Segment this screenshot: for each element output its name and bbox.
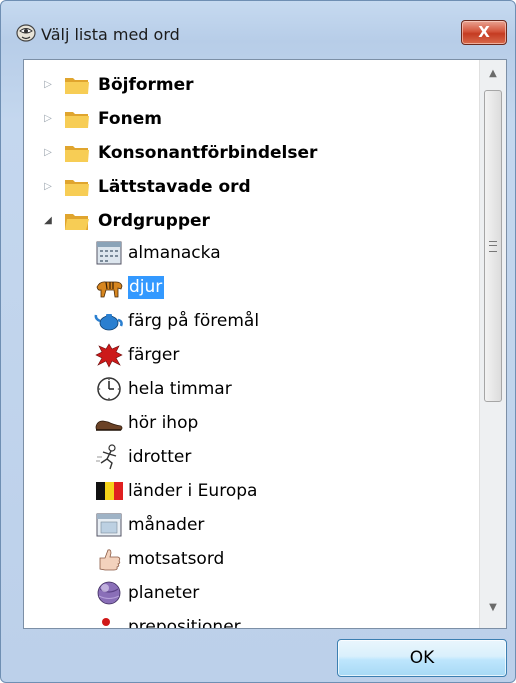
ok-button[interactable]: OK bbox=[337, 639, 507, 677]
expand-arrow-icon[interactable]: ▷ bbox=[42, 181, 54, 193]
collapse-arrow-icon[interactable]: ◢ bbox=[42, 215, 54, 227]
scroll-up-arrow-icon[interactable]: ▲ bbox=[480, 64, 506, 84]
item-label: hela timmar bbox=[128, 379, 232, 399]
dialog-window: Välj lista med ord X ▷ Böjformer ▷ Fonem… bbox=[0, 0, 516, 683]
tree-item-djur[interactable]: djur bbox=[94, 272, 165, 302]
tiger-icon bbox=[96, 281, 123, 298]
item-label: idrotter bbox=[128, 447, 192, 467]
tree-item-farg-pa-foremal[interactable]: färg på föremål bbox=[94, 306, 259, 336]
paint-splash-icon bbox=[95, 343, 123, 368]
folder-label: Ordgrupper bbox=[98, 211, 210, 231]
item-label: färg på föremål bbox=[128, 311, 260, 331]
item-label: motsatsord bbox=[128, 549, 225, 569]
month-calendar-icon bbox=[96, 513, 122, 537]
tree-item-idrotter[interactable]: idrotter bbox=[94, 442, 191, 472]
teapot-icon bbox=[94, 314, 123, 331]
tree-view[interactable]: ▷ Böjformer ▷ Fonem ▷ Konsonantförbindel… bbox=[23, 59, 507, 629]
close-icon: X bbox=[478, 23, 490, 41]
clock-icon bbox=[97, 377, 121, 401]
expand-arrow-icon[interactable]: ▷ bbox=[42, 79, 54, 91]
folder-label: Böjformer bbox=[98, 75, 194, 95]
folder-icon bbox=[65, 180, 89, 196]
close-button[interactable]: X bbox=[461, 20, 507, 45]
tree-item-hor-ihop[interactable]: hör ihop bbox=[94, 408, 198, 438]
tree-item-farger[interactable]: färger bbox=[94, 340, 179, 370]
item-label: månader bbox=[128, 515, 205, 535]
window-title: Välj lista med ord bbox=[41, 25, 180, 44]
tree-folder-bojformer[interactable]: ▷ Böjformer bbox=[42, 70, 194, 100]
folder-open-icon bbox=[65, 214, 89, 230]
belgium-flag-icon bbox=[96, 482, 123, 500]
item-label: färger bbox=[128, 345, 180, 365]
folder-icon bbox=[65, 146, 89, 162]
item-label-selected: djur bbox=[128, 275, 165, 299]
tree-folder-lattstavade-ord[interactable]: ▷ Lättstavade ord bbox=[42, 172, 251, 202]
thumbs-up-icon bbox=[99, 549, 121, 571]
folder-label: Konsonantförbindelser bbox=[98, 143, 318, 163]
grip-icon bbox=[489, 241, 497, 252]
tree-item-planeter[interactable]: planeter bbox=[94, 578, 199, 608]
tree-item-motsatsord[interactable]: motsatsord bbox=[94, 544, 224, 574]
tree-item-manader[interactable]: månader bbox=[94, 510, 204, 540]
expand-arrow-icon[interactable]: ▷ bbox=[42, 147, 54, 159]
app-icon bbox=[16, 24, 36, 42]
item-label: prepositioner bbox=[128, 617, 241, 629]
tree-folder-ordgrupper[interactable]: ◢ Ordgrupper bbox=[42, 206, 210, 236]
calendar-icon bbox=[96, 241, 122, 265]
folder-label: Lättstavade ord bbox=[98, 177, 251, 197]
tree-folder-fonem[interactable]: ▷ Fonem bbox=[42, 104, 162, 134]
planet-icon bbox=[97, 581, 121, 605]
folder-icon bbox=[65, 78, 89, 94]
tree-item-lander-i-europa[interactable]: länder i Europa bbox=[94, 476, 257, 506]
scroll-down-arrow-icon[interactable]: ▼ bbox=[480, 598, 506, 618]
tree-item-almanacka[interactable]: almanacka bbox=[94, 238, 221, 268]
running-person-icon bbox=[96, 444, 117, 470]
vertical-scrollbar[interactable]: ▲ ▼ bbox=[479, 60, 506, 628]
folder-icon bbox=[65, 112, 89, 128]
tree-item-prepositioner[interactable]: prepositioner bbox=[94, 612, 241, 629]
tree-item-hela-timmar[interactable]: hela timmar bbox=[94, 374, 232, 404]
shoe-icon bbox=[95, 420, 123, 431]
item-label: almanacka bbox=[128, 243, 221, 263]
tree-folder-konsonantforbindelser[interactable]: ▷ Konsonantförbindelser bbox=[42, 138, 317, 168]
scroll-thumb[interactable] bbox=[484, 90, 502, 402]
item-label: planeter bbox=[128, 583, 200, 603]
red-dot-icon bbox=[102, 618, 110, 626]
item-label: hör ihop bbox=[128, 413, 199, 433]
item-label: länder i Europa bbox=[128, 481, 258, 501]
title-bar[interactable]: Välj lista med ord X bbox=[1, 1, 515, 53]
folder-label: Fonem bbox=[98, 109, 162, 129]
expand-arrow-icon[interactable]: ▷ bbox=[42, 113, 54, 125]
